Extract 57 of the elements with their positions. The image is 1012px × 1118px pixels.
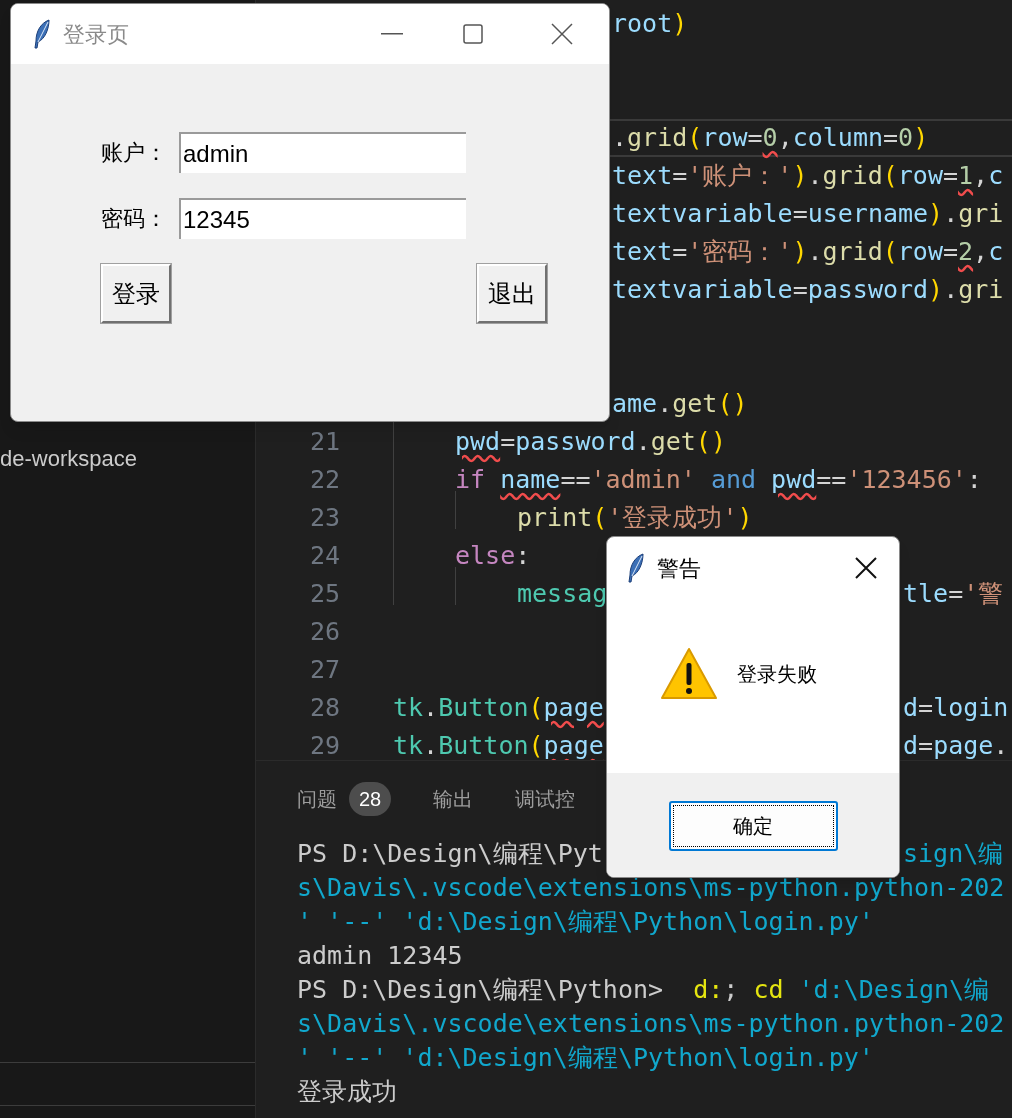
code-line: else: [455,541,531,571]
input-field[interactable]: admin [179,132,466,173]
line-number: 24 [309,541,340,571]
dialog-button[interactable]: 退出 [477,264,547,323]
line-number: 28 [309,693,340,723]
line-number: 25 [309,579,340,609]
line-number: 23 [309,503,340,533]
window-title: 警告 [657,554,701,583]
code-line: textvariable=username).gri [612,199,1004,229]
feather-icon [33,19,51,49]
code-line: tk.Button(page [393,731,604,760]
terminal-line: PS D:\Design\编程\Python> d:; cd 'd:\Design\编 [297,975,990,1005]
panel-tab[interactable]: 问题 28 [297,782,392,816]
line-number: 21 [309,427,340,457]
terminal-line: sign\编 [903,838,1004,871]
code-line: textvariable=password).gri [612,275,1004,305]
line-number: 29 [309,731,340,760]
code-line: tle='警 [903,578,1004,611]
terminal-line: PS D:\Design\编程\Pyt [297,839,603,869]
input-field[interactable]: 12345 [179,198,466,239]
terminal-line: s\Davis\.vscode\extensions\ms-python.python-202 [297,1009,1005,1039]
field-label: 密码： [101,205,168,233]
dialog-message: 登录失败 [737,662,817,687]
code-line: d=login [903,692,1009,725]
dialog-button[interactable]: 登录 [101,264,171,323]
field-label: 账户： [101,139,168,167]
line-number: 27 [309,655,340,685]
terminal-line: s\Davis\.vscode\extensions\ms-python.python-202 [297,873,1005,903]
terminal-line: 登录成功 [297,1077,397,1107]
sidebar-item[interactable]: de-workspace [0,436,255,480]
panel-tab[interactable]: 输出 [433,784,474,814]
code-line: tk.Button(page [393,693,604,723]
code-line: .grid(row=0,column=0) [612,123,929,153]
warning-icon [660,647,718,701]
code-line: d=page. [903,730,1009,760]
code-line: if name=='admin' and pwd=='123456': [455,465,982,495]
minimize-icon[interactable] [381,33,403,35]
close-icon[interactable] [551,23,573,45]
maximize-icon[interactable] [463,24,483,44]
code-line: root) [612,9,688,39]
terminal-line: ' '--' 'd:\Design\编程\Python\login.py' [297,1043,874,1073]
line-number: 26 [309,617,340,647]
code-line: print('登录成功') [517,503,753,533]
panel-tab[interactable]: 调试控 [515,784,576,814]
window-title: 登录页 [63,20,129,49]
close-icon[interactable] [855,557,877,579]
terminal-line: ' '--' 'd:\Design\编程\Python\login.py' [297,907,874,937]
feather-icon [627,553,645,583]
code-line: text='账户：').grid(row=1,c [612,161,1004,191]
code-line: pwd=password.get() [455,427,726,457]
count-badge: 28 [349,782,392,816]
code-line: ame.get() [612,389,748,419]
line-number: 22 [309,465,340,495]
ok-button[interactable]: 确定 [668,801,838,851]
code-line: text='密码：').grid(row=2,c [612,237,1004,267]
code-line: messag [517,579,608,609]
terminal-line: admin 12345 [297,941,463,971]
